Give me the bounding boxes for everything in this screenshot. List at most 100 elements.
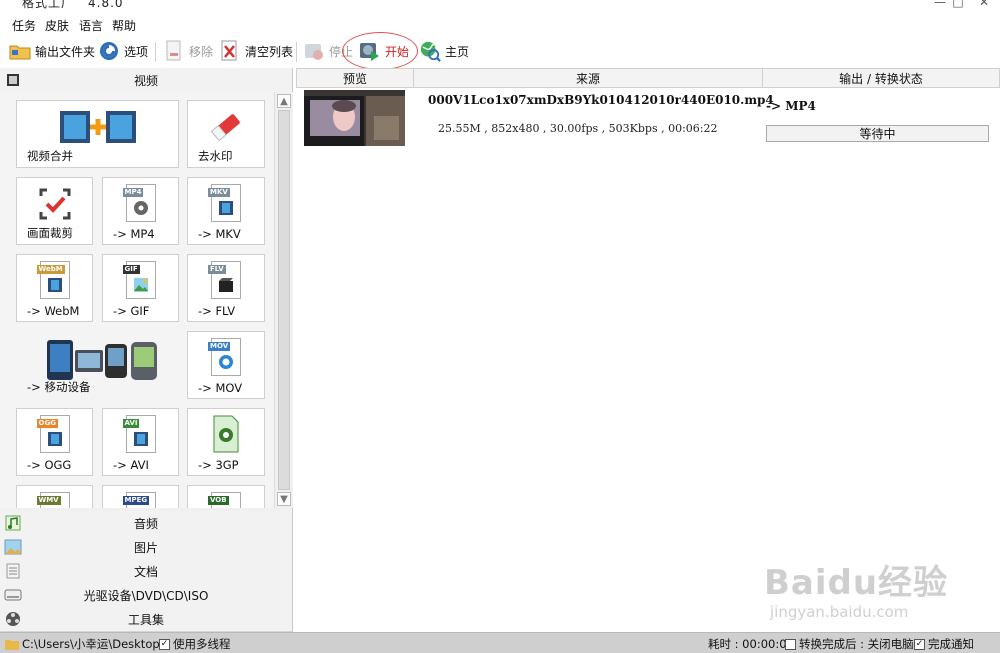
mp4-file-icon: MP4 [122, 184, 156, 222]
tile-to-wmv[interactable]: WMV [16, 485, 93, 508]
status-bar: C:\Users\小幸运\Desktop ✓ 使用多线程 耗时 : 00:00:… [0, 632, 1000, 653]
flv-file-icon: FLV [208, 261, 241, 299]
tile-label: -> MKV [198, 227, 241, 241]
menu-help[interactable]: 帮助 [112, 17, 136, 34]
folder-icon [9, 40, 31, 62]
column-source[interactable]: 来源 [413, 68, 763, 88]
scrollbar-thumb[interactable] [278, 110, 290, 490]
home-button[interactable]: 主页 [419, 39, 469, 63]
category-rom-device[interactable]: 光驱设备\DVD\CD\ISO [0, 583, 292, 608]
scroll-up-arrow-icon[interactable]: ▲ [277, 94, 291, 108]
after-done-checkbox[interactable] [785, 638, 796, 650]
tile-to-flv[interactable]: FLV -> FLV [187, 254, 265, 322]
output-folder-button[interactable]: 输出文件夹 [9, 39, 95, 63]
tile-label: 画面裁剪 [27, 226, 73, 240]
tile-label: -> WebM [27, 304, 80, 318]
category-rom-device-label: 光驱设备\DVD\CD\ISO [83, 588, 209, 603]
stop-icon [303, 40, 325, 62]
category-video[interactable]: 视频 [0, 68, 292, 93]
tile-remove-watermark[interactable]: 去水印 [187, 100, 265, 168]
tile-label: -> MP4 [113, 227, 155, 241]
task-list: 预览 来源 输出 / 转换状态 000V1Lco1x07xmDxB9Yk0104… [296, 68, 1000, 632]
watermark-url: jingyan.baidu.com [770, 603, 909, 621]
start-highlight-ring [342, 32, 418, 70]
options-button[interactable]: 选项 [98, 39, 148, 63]
multithread-option[interactable]: ✓ 使用多线程 [159, 636, 231, 652]
tile-to-webm[interactable]: WebM -> WebM [16, 254, 93, 322]
clear-list-button[interactable]: 清空列表 [219, 39, 293, 63]
webm-file-icon: WebM [36, 261, 70, 299]
title-bar: 格式工厂 4.8.0 — □ ✕ [0, 0, 1000, 14]
tile-to-mpeg[interactable]: MPEG [102, 485, 179, 508]
after-done-option[interactable]: 转换完成后 : 关闭电脑 [785, 636, 914, 652]
menu-language[interactable]: 语言 [79, 17, 103, 34]
picture-icon [4, 538, 22, 556]
tile-crop[interactable]: 画面裁剪 [16, 177, 93, 245]
output-path-text: C:\Users\小幸运\Desktop [22, 637, 160, 651]
vob-file-icon: VOB [208, 492, 241, 508]
remove-button[interactable]: 移除 [163, 39, 213, 63]
menu-skin[interactable]: 皮肤 [45, 17, 69, 34]
category-video-label: 视频 [133, 73, 158, 88]
output-path[interactable]: C:\Users\小幸运\Desktop [5, 636, 160, 652]
tile-to-mkv[interactable]: MKV -> MKV [187, 177, 265, 245]
toolbox-reel-icon [4, 610, 22, 628]
menu-tasks[interactable]: 任务 [12, 17, 36, 34]
tile-label: -> MOV [198, 381, 243, 395]
close-button[interactable]: ✕ [974, 0, 994, 9]
tile-to-vob[interactable]: VOB [187, 485, 265, 508]
category-toolbox[interactable]: 工具集 [0, 607, 292, 632]
folder-icon [5, 640, 19, 650]
tile-label: -> FLV [198, 304, 236, 318]
tile-label: 视频合并 [27, 149, 73, 163]
task-status: 等待中 [766, 125, 989, 142]
column-output-status[interactable]: 输出 / 转换状态 [762, 68, 1000, 88]
source-filename: 000V1Lco1x07xmDxB9Yk010412010r440E010.mp… [428, 93, 774, 107]
category-audio-label: 音频 [133, 516, 158, 531]
tile-label: -> 3GP [198, 458, 239, 472]
category-document[interactable]: 文档 [0, 559, 292, 584]
clear-list-icon [219, 40, 241, 62]
category-image[interactable]: 图片 [0, 535, 292, 560]
options-gear-icon [98, 40, 120, 62]
mkv-file-icon: MKV [208, 184, 241, 222]
window-title: 格式工厂 4.8.0 [22, 0, 124, 10]
remove-document-icon [163, 40, 185, 62]
tile-to-mov[interactable]: MOV -> MOV [187, 331, 265, 399]
ogg-file-icon: OGG [36, 415, 70, 453]
watermark-brand: Baidu经验 [764, 563, 949, 603]
toolbar: 输出文件夹 选项 移除 清空列表 停止 开始 主页 [0, 36, 1000, 68]
crop-check-icon [17, 184, 92, 224]
mov-file-icon: MOV [208, 338, 241, 376]
tile-to-ogg[interactable]: OGG -> OGG [16, 408, 93, 476]
wmv-file-icon: WMV [36, 492, 70, 508]
multithread-label: 使用多线程 [173, 637, 231, 651]
category-audio[interactable]: 音频 [0, 511, 292, 536]
eraser-icon [188, 107, 264, 147]
tile-to-gif[interactable]: GIF -> GIF [102, 254, 179, 322]
baidu-jingyan-watermark: Baidu经验 jingyan.baidu.com [764, 555, 949, 621]
options-label: 选项 [124, 44, 149, 59]
gif-file-icon: GIF [122, 261, 156, 299]
notify-checkbox[interactable]: ✓ [914, 638, 925, 650]
category-image-label: 图片 [133, 540, 158, 555]
tile-to-avi[interactable]: AVI -> AVI [102, 408, 179, 476]
disc-drive-icon [4, 586, 22, 604]
tile-to-3gp[interactable]: -> 3GP [187, 408, 265, 476]
function-grid-scrollbar[interactable]: ▲ ▼ [274, 92, 293, 508]
notify-option[interactable]: ✓ 完成通知 [914, 636, 974, 652]
tile-label: -> 移动设备 [27, 380, 91, 394]
tile-to-mp4[interactable]: MP4 -> MP4 [102, 177, 179, 245]
after-done-label: 转换完成后 : 关闭电脑 [799, 637, 914, 651]
maximize-button[interactable]: □ [948, 0, 968, 9]
scroll-down-arrow-icon[interactable]: ▼ [277, 492, 291, 506]
tile-video-merge[interactable]: 视频合并 [16, 100, 179, 168]
music-note-icon [4, 514, 22, 532]
clear-list-label: 清空列表 [245, 44, 294, 59]
minimize-button[interactable]: — [930, 0, 950, 9]
column-preview[interactable]: 预览 [296, 68, 414, 88]
tile-mobile-device[interactable]: -> 移动设备 [16, 331, 179, 399]
toolbar-separator [296, 42, 297, 62]
multithread-checkbox[interactable]: ✓ [159, 638, 170, 650]
elapsed-time: 耗时 : 00:00:00 [708, 637, 794, 651]
